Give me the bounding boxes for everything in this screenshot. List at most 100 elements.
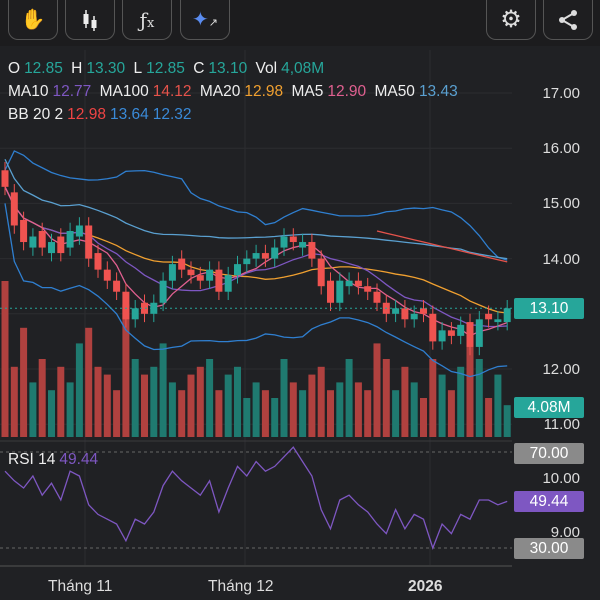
candle-body bbox=[457, 324, 465, 336]
candle-body bbox=[364, 286, 372, 292]
x-axis-label: Tháng 11 bbox=[48, 578, 113, 595]
rsi-upper-badge: 70.00 bbox=[514, 443, 584, 464]
volume-bar bbox=[178, 390, 186, 437]
ma100-value: 14.12 bbox=[152, 83, 192, 100]
candle-body bbox=[187, 269, 195, 276]
volume-bar bbox=[438, 374, 446, 437]
volume-bar bbox=[20, 327, 28, 437]
low-value: 12.85 bbox=[146, 60, 185, 77]
volume-bar bbox=[420, 398, 427, 437]
candle-body bbox=[122, 291, 130, 320]
candle-body bbox=[168, 264, 176, 281]
volume-bar bbox=[234, 366, 241, 437]
high-label: H bbox=[71, 60, 83, 77]
price-axis-label: 17.00 bbox=[542, 85, 580, 102]
volume-bar bbox=[503, 405, 511, 437]
volume-bar bbox=[299, 390, 307, 437]
candle-body bbox=[317, 258, 325, 287]
volume-bar bbox=[10, 366, 18, 437]
volume-label: Vol bbox=[255, 60, 278, 77]
bb-legend: BB 20 2 12.98 13.64 12.32 bbox=[8, 106, 196, 124]
low-label: L bbox=[133, 60, 143, 77]
volume-bar bbox=[392, 390, 400, 437]
candle-body bbox=[308, 242, 316, 259]
volume-bar bbox=[485, 398, 493, 437]
ma20-label: MA20 bbox=[199, 83, 241, 100]
rsi-value-badge: 49.44 bbox=[514, 491, 584, 512]
candle-body bbox=[215, 269, 223, 292]
volume-bar bbox=[159, 343, 167, 437]
close-label: C bbox=[193, 60, 205, 77]
price-axis-label: 12.00 bbox=[542, 361, 580, 378]
ma-legend: MA10 12.77 MA100 14.12 MA20 12.98 MA5 12.90 … bbox=[8, 83, 462, 101]
price-axis-label: 11.00 bbox=[543, 416, 580, 434]
candle-body bbox=[280, 236, 288, 248]
bb-upper-value: 13.64 bbox=[109, 106, 149, 123]
candle-body bbox=[261, 253, 269, 259]
volume-bar bbox=[215, 390, 223, 437]
volume-bar bbox=[57, 366, 65, 437]
ma50-value: 13.43 bbox=[418, 83, 458, 100]
volume-bar bbox=[457, 366, 465, 437]
ma5-label: MA5 bbox=[291, 83, 324, 100]
candle-body bbox=[494, 319, 502, 323]
volume-bar bbox=[224, 374, 232, 437]
volume-value: 4,08M bbox=[281, 60, 325, 77]
candle-body bbox=[327, 280, 334, 303]
volume-bar bbox=[206, 359, 214, 437]
volume-bar bbox=[308, 374, 316, 437]
volume-bar bbox=[271, 398, 279, 437]
volume-bar bbox=[494, 374, 502, 437]
open-label: O bbox=[8, 60, 21, 77]
volume-bar bbox=[252, 382, 260, 437]
volume-bar bbox=[103, 374, 111, 437]
candle-body bbox=[113, 280, 121, 292]
candle-body bbox=[429, 313, 437, 342]
candle-body bbox=[438, 330, 446, 342]
candle-body bbox=[196, 275, 204, 281]
rsi-value: 49.44 bbox=[59, 451, 99, 468]
volume-bar bbox=[345, 359, 353, 437]
candle-body bbox=[224, 275, 232, 292]
bb-mid-value: 12.98 bbox=[67, 106, 106, 123]
volume-bar bbox=[410, 382, 418, 437]
candle-body bbox=[447, 330, 455, 336]
volume-bar bbox=[75, 343, 83, 437]
candle-body bbox=[131, 308, 139, 320]
candle-body bbox=[475, 319, 483, 347]
candle-body bbox=[206, 269, 214, 281]
candle-body bbox=[252, 253, 260, 259]
candle-body bbox=[373, 291, 381, 303]
volume-bar bbox=[187, 374, 195, 437]
volume-bar bbox=[1, 281, 9, 437]
volume-bar bbox=[475, 359, 483, 437]
volume-bar bbox=[447, 390, 455, 437]
ma10-label: MA10 bbox=[8, 83, 49, 100]
volume-bar bbox=[150, 366, 158, 437]
volume-bar bbox=[243, 398, 251, 437]
x-axis-label: Tháng 12 bbox=[208, 578, 274, 595]
candle-body bbox=[48, 242, 55, 254]
candle-body bbox=[10, 192, 18, 226]
candle-body bbox=[1, 170, 9, 187]
volume-bar bbox=[66, 382, 74, 437]
candle-body bbox=[299, 242, 307, 248]
ma5-value: 12.90 bbox=[327, 83, 367, 100]
high-value: 13.30 bbox=[86, 60, 126, 77]
candle-body bbox=[103, 269, 111, 281]
ohlc-legend: O 12.85 H 13.30 L 12.85 C 13.10 Vol 4,08M bbox=[8, 60, 328, 78]
rsi-legend: RSI 14 49.44 bbox=[8, 451, 102, 469]
volume-bar bbox=[131, 359, 139, 437]
volume-bar bbox=[354, 382, 362, 437]
candle-body bbox=[85, 225, 93, 259]
volume-bar bbox=[382, 359, 390, 437]
volume-bar bbox=[317, 366, 325, 437]
candle-body bbox=[20, 219, 28, 243]
candle-body bbox=[466, 322, 474, 347]
x-axis-label: 2026 bbox=[408, 578, 443, 595]
volume-bar bbox=[85, 327, 93, 437]
volume-bar bbox=[401, 366, 409, 437]
candle-body bbox=[354, 280, 362, 287]
candle-body bbox=[289, 236, 297, 243]
volume-bar bbox=[336, 382, 344, 437]
